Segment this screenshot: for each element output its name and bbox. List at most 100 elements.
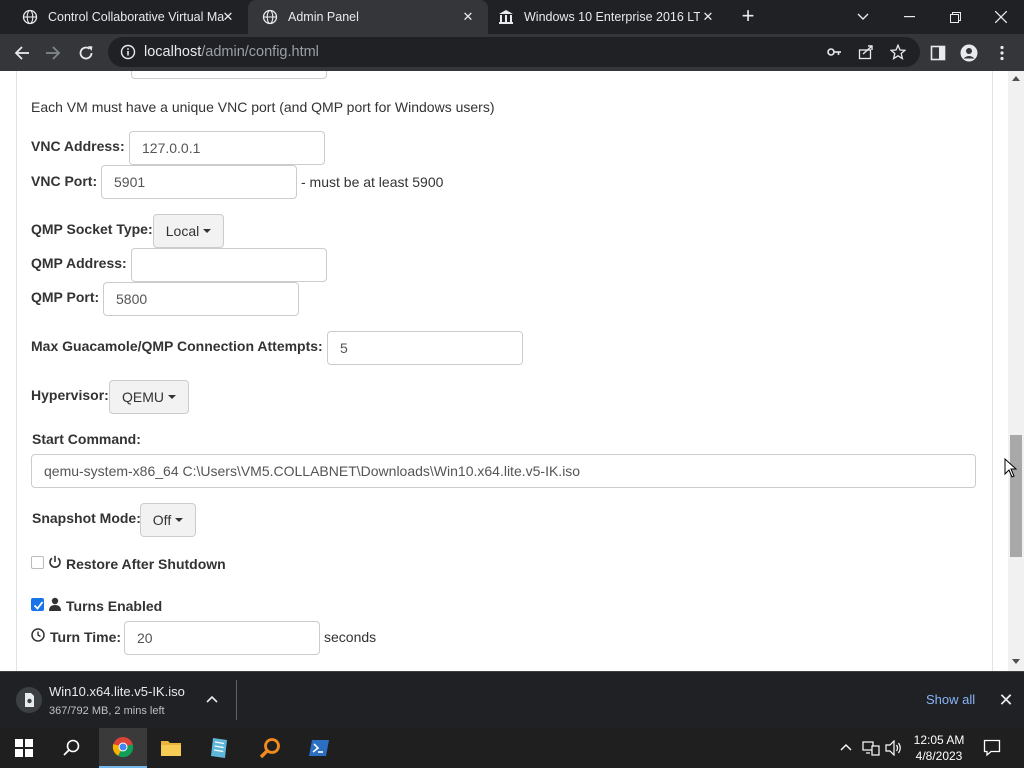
url-text: localhost/admin/config.html <box>144 44 319 60</box>
back-icon[interactable] <box>9 40 35 66</box>
panel-border-left <box>16 71 17 671</box>
start-command-input[interactable]: qemu-system-x86_64 C:\Users\VM5.COLLABNE… <box>31 454 976 488</box>
panel-border-right <box>992 71 993 671</box>
network-icon[interactable] <box>862 740 880 756</box>
qmp-socket-type-dropdown[interactable]: Local <box>153 214 224 248</box>
powershell-icon[interactable] <box>295 728 343 768</box>
start-command-label: Start Command: <box>32 431 141 447</box>
power-icon <box>48 555 62 569</box>
clock-time: 12:05 AM <box>913 733 965 747</box>
qmp-socket-type-value: Local <box>165 223 200 239</box>
caret-down-icon <box>203 229 212 233</box>
turns-enabled-label: Turns Enabled <box>66 598 163 614</box>
download-divider <box>236 680 237 720</box>
download-bar: Win10.x64.lite.v5-IK.iso 367/792 MB, 2 m… <box>0 671 1024 728</box>
side-panel-icon[interactable] <box>925 40 951 66</box>
volume-icon[interactable] <box>885 739 901 757</box>
menu-kebab-icon[interactable] <box>989 40 1015 66</box>
qmp-address-label: QMP Address: <box>31 255 127 271</box>
notification-center-icon[interactable] <box>983 739 1001 757</box>
key-icon[interactable] <box>826 44 842 60</box>
vnc-port-input[interactable]: 5901 <box>101 165 297 199</box>
snapshot-mode-value: Off <box>152 512 172 528</box>
close-download-bar-icon[interactable]: ✕ <box>996 690 1016 710</box>
share-icon[interactable] <box>858 44 874 60</box>
url-path: /admin/config.html <box>201 44 319 60</box>
config-page: Each VM must have a unique VNC port (and… <box>0 71 1008 671</box>
chrome-taskbar-icon[interactable] <box>99 728 147 768</box>
download-status: 367/792 MB, 2 mins left <box>49 705 165 717</box>
tab-admin-panel[interactable]: Admin Panel ✕ <box>248 0 488 34</box>
windows-start-icon[interactable] <box>0 728 48 768</box>
bank-icon <box>498 9 514 25</box>
mouse-cursor-icon <box>1004 457 1018 478</box>
search-icon[interactable] <box>48 728 96 768</box>
clock-icon <box>31 628 45 642</box>
show-all-link[interactable]: Show all <box>926 692 975 707</box>
new-tab-button[interactable]: + <box>736 5 760 29</box>
address-bar[interactable]: localhost/admin/config.html <box>108 37 920 67</box>
tab-strip: Control Collaborative Virtual Mac ✕ Admi… <box>0 0 1024 34</box>
file-explorer-icon[interactable] <box>147 728 195 768</box>
vnc-address-label: VNC Address: <box>31 138 125 154</box>
previous-field-input[interactable] <box>131 71 327 79</box>
notepad-icon[interactable] <box>195 728 243 768</box>
globe-icon <box>262 9 278 25</box>
reload-icon[interactable] <box>73 40 99 66</box>
tab-search-icon[interactable] <box>840 0 886 34</box>
tab-title: Admin Panel <box>288 10 359 24</box>
file-icon <box>25 693 34 707</box>
scrollbar-thumb[interactable] <box>1010 435 1022 557</box>
snapshot-mode-dropdown[interactable]: Off <box>140 503 196 537</box>
scroll-down-arrow-icon[interactable] <box>1012 659 1020 664</box>
qmp-address-input[interactable] <box>131 248 327 282</box>
clock-date: 4/8/2023 <box>915 749 963 763</box>
taskbar-clock[interactable]: 12:05 AM 4/8/2023 <box>906 732 972 764</box>
caret-down-icon <box>175 518 184 522</box>
turn-time-label: Turn Time: <box>50 629 122 645</box>
qmp-port-label: QMP Port: <box>31 289 100 305</box>
tab-control-collaborative[interactable]: Control Collaborative Virtual Mac ✕ <box>0 0 248 34</box>
close-window-icon[interactable] <box>978 0 1024 34</box>
magnifier-app-icon[interactable] <box>246 728 294 768</box>
close-tab-icon[interactable]: ✕ <box>220 9 236 25</box>
browser-toolbar: localhost/admin/config.html <box>0 34 1024 71</box>
restore-after-shutdown-label: Restore After Shutdown <box>66 556 226 572</box>
download-item[interactable] <box>16 687 42 713</box>
vnc-address-input[interactable]: 127.0.0.1 <box>129 131 325 165</box>
bookmark-star-icon[interactable] <box>889 43 907 61</box>
scroll-up-arrow-icon[interactable] <box>1012 76 1020 81</box>
forward-icon[interactable] <box>40 40 66 66</box>
show-hidden-icons-icon[interactable] <box>838 740 854 756</box>
unique-port-note: Each VM must have a unique VNC port (and… <box>31 99 495 115</box>
vnc-port-hint: - must be at least 5900 <box>301 174 444 190</box>
windows-taskbar: 12:05 AM 4/8/2023 <box>0 728 1024 768</box>
hypervisor-label: Hypervisor: <box>31 387 109 403</box>
download-filename[interactable]: Win10.x64.lite.v5-IK.iso <box>49 684 185 699</box>
turns-enabled-checkbox[interactable] <box>31 598 44 611</box>
close-tab-icon[interactable]: ✕ <box>460 9 476 25</box>
tab-title: Windows 10 Enterprise 2016 LTSB <box>524 10 700 24</box>
qmp-socket-type-label: QMP Socket Type: <box>31 221 153 237</box>
turn-time-input[interactable]: 20 <box>124 621 320 655</box>
profile-icon[interactable] <box>956 40 982 66</box>
page-scrollbar[interactable] <box>1008 71 1024 671</box>
max-attempts-label: Max Guacamole/QMP Connection Attempts: <box>31 338 323 354</box>
tab-title: Control Collaborative Virtual Mac <box>48 10 224 24</box>
restore-after-shutdown-checkbox[interactable] <box>31 556 44 569</box>
site-info-icon[interactable] <box>120 44 136 60</box>
minimize-icon[interactable] <box>886 0 932 34</box>
snapshot-mode-label: Snapshot Mode: <box>32 510 141 526</box>
globe-icon <box>22 9 38 25</box>
url-host: localhost <box>144 44 202 60</box>
hypervisor-dropdown[interactable]: QEMU <box>109 380 189 414</box>
tab-windows-10[interactable]: Windows 10 Enterprise 2016 LTSB ✕ <box>488 0 728 34</box>
restore-icon[interactable] <box>932 0 978 34</box>
caret-down-icon <box>168 395 176 399</box>
vnc-port-label: VNC Port: <box>31 173 98 189</box>
qmp-port-input[interactable]: 5800 <box>103 282 299 316</box>
close-tab-icon[interactable]: ✕ <box>700 9 716 25</box>
turn-time-unit: seconds <box>324 629 377 645</box>
max-attempts-input[interactable]: 5 <box>327 331 523 365</box>
chevron-up-icon[interactable] <box>204 692 220 708</box>
